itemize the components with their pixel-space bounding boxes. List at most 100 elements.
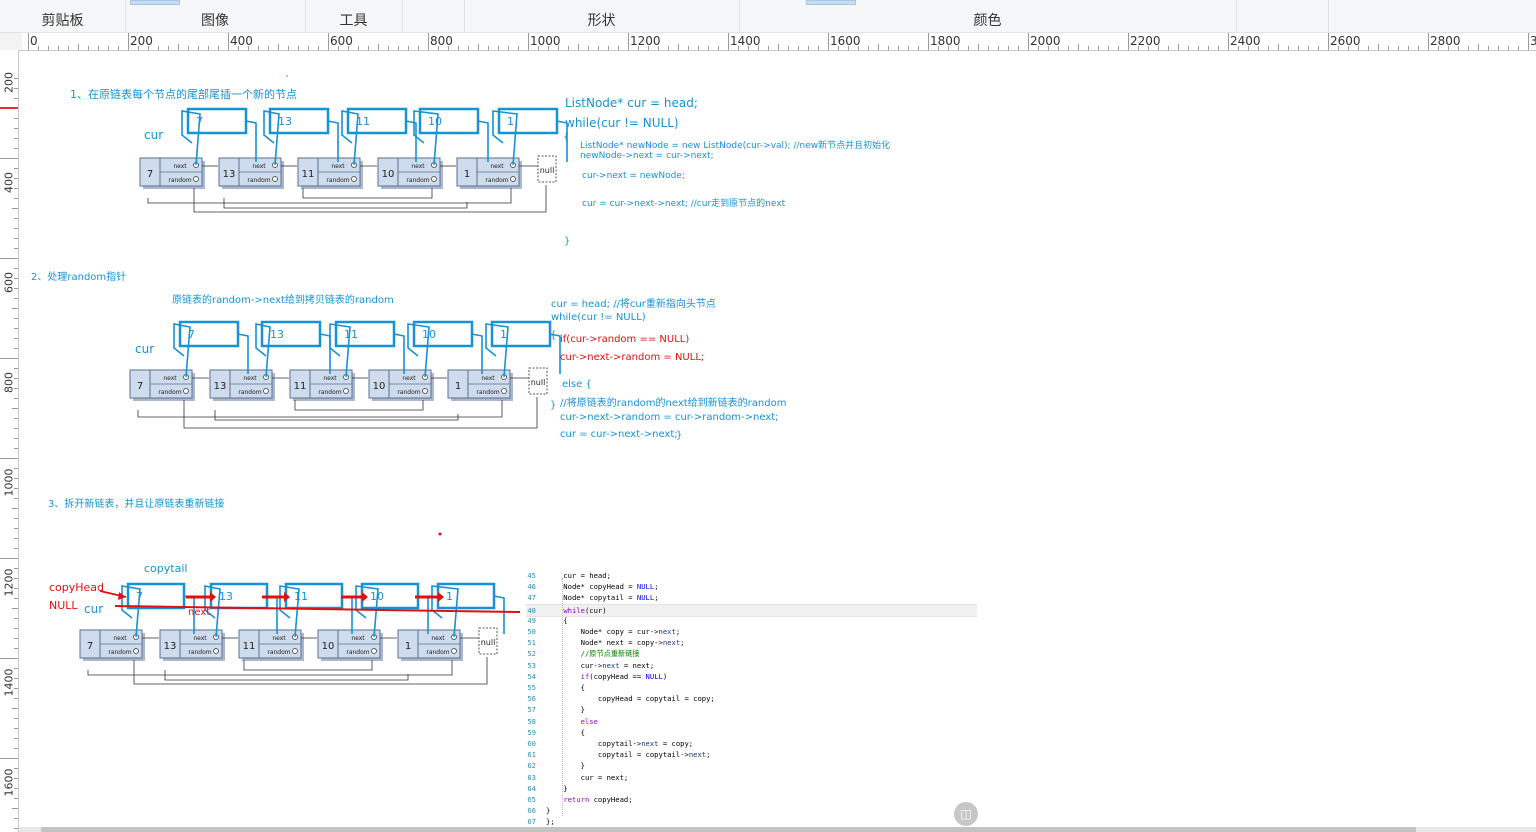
ruler-label: 400 bbox=[2, 172, 16, 193]
step2-code-line: cur->next->random = NULL; bbox=[560, 352, 705, 363]
ruler-tick bbox=[14, 448, 18, 449]
ruler-tick bbox=[168, 46, 169, 50]
ribbon-tab-indicator bbox=[806, 0, 856, 5]
code-line: 66} bbox=[526, 805, 977, 816]
code-text: copyHead = copytail = copy; bbox=[546, 694, 715, 704]
line-number: 53 bbox=[527, 660, 536, 670]
code-text: } bbox=[546, 806, 551, 816]
ribbon-label: 剪贴板 bbox=[41, 13, 84, 29]
ribbon-section-tools[interactable]: 工具 bbox=[305, 0, 403, 32]
code-line: 62 } bbox=[526, 760, 977, 771]
ruler-tick bbox=[878, 44, 879, 50]
ruler-tick bbox=[1298, 46, 1299, 50]
step3-title: 3、拆开新链表，并且让原链表重新链接 bbox=[48, 499, 225, 510]
code-text: { bbox=[546, 615, 568, 625]
ruler-tick bbox=[208, 46, 209, 50]
line-number: 51 bbox=[527, 638, 536, 648]
random-arrow bbox=[137, 400, 503, 418]
ruler-label: 600 bbox=[2, 272, 16, 293]
null-node-label: null bbox=[531, 378, 546, 387]
ruler-tick bbox=[14, 138, 18, 139]
step1-code-line: ListNode* newNode = new ListNode(cur->va… bbox=[580, 141, 891, 151]
floating-action-button[interactable]: ◫ bbox=[954, 802, 978, 826]
code-line: 49 { bbox=[526, 615, 977, 626]
ruler-tick bbox=[1408, 46, 1409, 50]
ruler-tick bbox=[0, 158, 18, 159]
ruler-tick bbox=[1508, 46, 1509, 50]
step1-code-line: ListNode* cur = head; bbox=[565, 96, 698, 110]
ruler-tick bbox=[598, 46, 599, 50]
node-next-label: next bbox=[163, 375, 177, 382]
ruler-tick bbox=[1078, 44, 1079, 50]
line-number: 54 bbox=[527, 671, 536, 681]
node-pointer-dot bbox=[422, 388, 428, 394]
node-random-label: random bbox=[267, 649, 290, 656]
horizontal-ruler: 0 200 400 600 800 1000 1200 1400 1600 1800 2000 220… bbox=[22, 33, 1536, 51]
ruler-tick bbox=[708, 46, 709, 50]
step1-code-line: cur = cur->next->next; //cur走到原节点的next bbox=[582, 199, 786, 209]
ruler-tick bbox=[628, 33, 629, 50]
step1-cur-label: cur bbox=[144, 128, 164, 142]
code-line: 64 } bbox=[526, 783, 977, 794]
ruler-tick bbox=[918, 46, 919, 50]
node-random-label: random bbox=[238, 389, 261, 396]
ruler-tick bbox=[28, 33, 29, 50]
ruler-tick bbox=[1388, 46, 1389, 50]
ruler-tick bbox=[308, 46, 309, 50]
ruler-tick bbox=[0, 258, 18, 259]
ruler-tick bbox=[14, 528, 18, 529]
horizontal-scrollbar[interactable] bbox=[19, 827, 1536, 832]
code-text: } bbox=[546, 705, 585, 715]
step2-code-line: while(cur != NULL) bbox=[551, 312, 646, 323]
ruler-tick bbox=[588, 46, 589, 50]
node-pointer-dot bbox=[431, 176, 437, 182]
ruler-tick bbox=[0, 558, 18, 559]
ruler-label: 1600 bbox=[2, 768, 16, 797]
node-next-label: next bbox=[481, 375, 495, 382]
ruler-tick bbox=[988, 46, 989, 50]
vertical-ruler: 200 400 600 800 1000 1200 1400 1600 bbox=[0, 50, 19, 832]
ruler-tick bbox=[1228, 33, 1229, 50]
code-line: 61 copytail = copytail->next; bbox=[526, 749, 977, 760]
node-random-label: random bbox=[426, 649, 449, 656]
link-curve bbox=[417, 595, 429, 634]
ruler-label: 1400 bbox=[2, 668, 16, 697]
step3-cur-label: cur bbox=[84, 602, 104, 616]
line-number: 58 bbox=[527, 716, 536, 726]
scrollbar-thumb[interactable] bbox=[41, 827, 1416, 832]
ruler-label: 400 bbox=[230, 34, 253, 48]
line-number: 46 bbox=[527, 582, 536, 592]
ruler-tick bbox=[14, 638, 18, 639]
copy-node-value: 13 bbox=[219, 590, 233, 603]
ruler-tick bbox=[318, 46, 319, 50]
code-line: 50 Node* copy = cur->next; bbox=[526, 626, 977, 637]
line-number: 59 bbox=[527, 727, 536, 737]
step1-code-line: cur->next = newNode; bbox=[582, 171, 685, 181]
ruler-tick bbox=[278, 44, 279, 50]
ruler-label: 800 bbox=[2, 372, 16, 393]
ribbon-section-shapes[interactable]: 形状 bbox=[464, 0, 740, 32]
random-arrow bbox=[302, 188, 433, 199]
node-value: 13 bbox=[214, 381, 227, 392]
ruler-tick bbox=[1018, 46, 1019, 50]
node-random-label: random bbox=[158, 389, 181, 396]
ruler-tick bbox=[12, 708, 18, 709]
ruler-tick bbox=[928, 33, 929, 50]
ruler-tick bbox=[12, 508, 18, 509]
node-random-label: random bbox=[406, 177, 429, 184]
ruler-label: 600 bbox=[330, 34, 353, 48]
ruler-tick bbox=[458, 46, 459, 50]
ruler-tick bbox=[12, 408, 18, 409]
node-next-label: next bbox=[431, 635, 445, 642]
ruler-tick bbox=[298, 46, 299, 50]
ruler-tick bbox=[1418, 46, 1419, 50]
ruler-tick bbox=[768, 46, 769, 50]
code-line: 63 cur = next; bbox=[526, 772, 977, 783]
node-value: 10 bbox=[373, 381, 386, 392]
node-next-label: next bbox=[252, 163, 266, 170]
ruler-tick bbox=[118, 46, 119, 50]
random-arrow bbox=[243, 660, 373, 671]
ruler-label: 30 bbox=[1530, 34, 1536, 48]
ruler-tick bbox=[1178, 44, 1179, 50]
ribbon-section-clipboard[interactable]: 剪贴板 bbox=[0, 0, 126, 32]
